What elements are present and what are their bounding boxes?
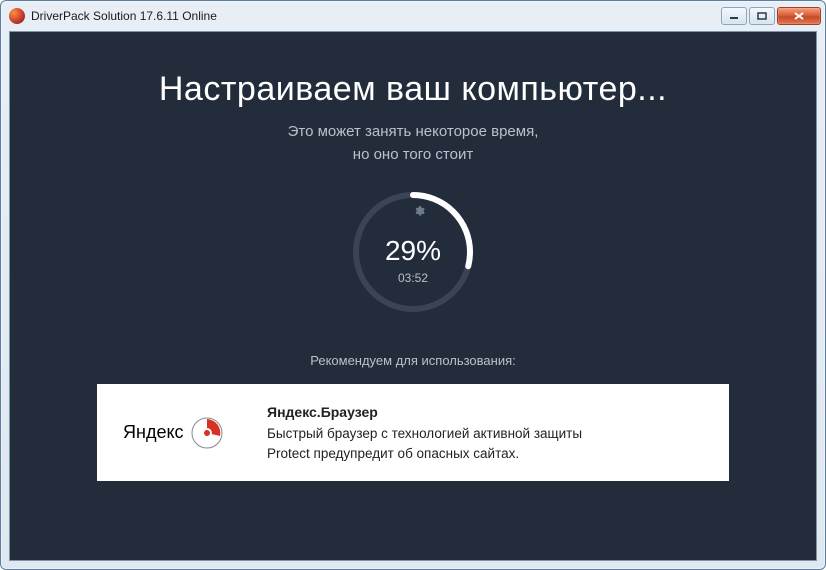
recommendation-card[interactable]: Яндекс Яндекс.Браузер Быстрый браузер с … bbox=[97, 384, 729, 481]
recommend-label: Рекомендуем для использования: bbox=[310, 353, 516, 368]
progress-ring: 29% 03:52 bbox=[348, 187, 478, 317]
close-button[interactable] bbox=[777, 7, 821, 25]
yandex-browser-icon bbox=[190, 416, 224, 450]
recommendation-body: Яндекс.Браузер Быстрый браузер с техноло… bbox=[267, 402, 582, 463]
page-title: Настраиваем ваш компьютер... bbox=[159, 70, 667, 109]
maximize-button[interactable] bbox=[749, 7, 775, 25]
window-controls bbox=[721, 7, 821, 25]
recommendation-line-1: Быстрый браузер с технологией активной з… bbox=[267, 424, 582, 444]
progress-elapsed: 03:52 bbox=[348, 271, 478, 285]
brand-name: Яндекс bbox=[123, 422, 184, 443]
app-icon bbox=[9, 8, 25, 24]
close-icon bbox=[793, 11, 805, 21]
maximize-icon bbox=[757, 12, 767, 20]
progress-percent: 29% bbox=[348, 235, 478, 267]
titlebar[interactable]: DriverPack Solution 17.6.11 Online bbox=[1, 1, 825, 31]
app-window: DriverPack Solution 17.6.11 Online Настр… bbox=[0, 0, 826, 570]
window-title: DriverPack Solution 17.6.11 Online bbox=[31, 9, 721, 23]
subtitle-line-2: но оно того стоит bbox=[353, 146, 473, 163]
brand-block: Яндекс bbox=[123, 416, 243, 450]
recommendation-title: Яндекс.Браузер bbox=[267, 402, 582, 422]
content-area: Настраиваем ваш компьютер... Это может з… bbox=[9, 31, 817, 561]
minimize-button[interactable] bbox=[721, 7, 747, 25]
minimize-icon bbox=[729, 12, 739, 20]
subtitle-line-1: Это может занять некоторое время, bbox=[288, 123, 539, 140]
recommendation-line-2: Protect предупредит об опасных сайтах. bbox=[267, 444, 582, 464]
